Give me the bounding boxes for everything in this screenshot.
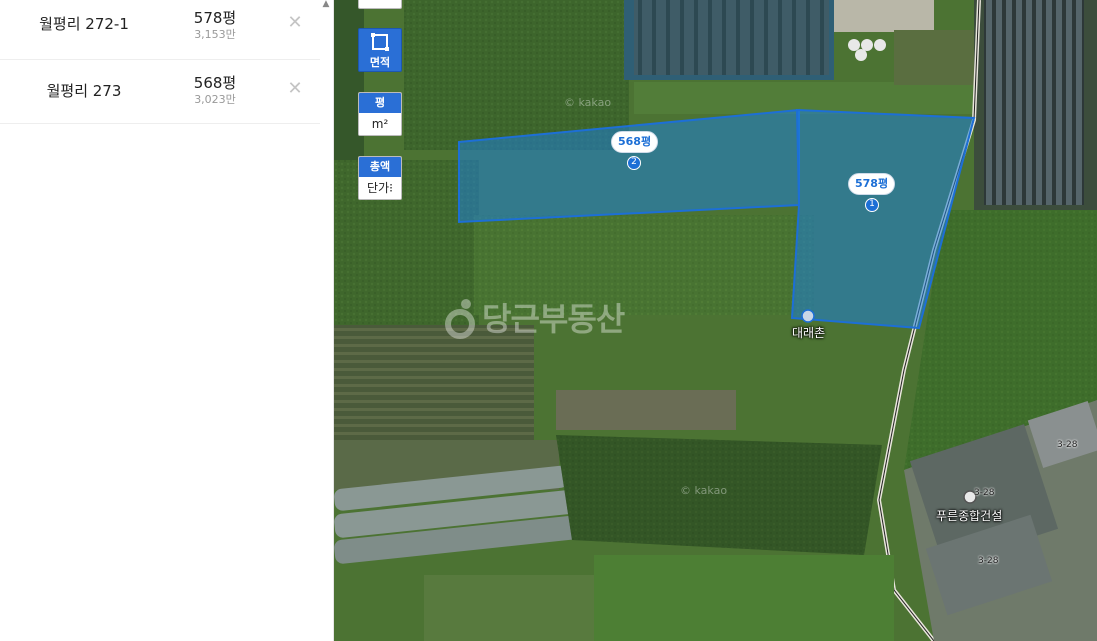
area-measure-button[interactable]: 면적 [358, 28, 402, 72]
close-icon: ✕ [287, 78, 303, 99]
parcel-list-item[interactable]: 월평리 272-1 578평 3,153만 ✕ [0, 0, 320, 60]
scroll-up-arrow-icon[interactable]: ▲ [321, 0, 331, 9]
kakao-copyright: © kakao [564, 96, 612, 109]
poi-label[interactable]: 대래촌 [792, 324, 825, 341]
parcel-area: 568평 [193, 74, 237, 92]
road-number-label: 3-28 [978, 556, 999, 566]
price-toggle[interactable]: 총액 단가⁝ [358, 156, 402, 200]
map-control-stub[interactable] [358, 0, 402, 9]
remove-parcel-button[interactable]: ✕ [284, 12, 306, 34]
price-option-selected[interactable]: 총액 [359, 157, 401, 177]
road-number-label: 3-28 [1057, 440, 1078, 450]
remove-parcel-button[interactable]: ✕ [284, 78, 306, 100]
unit-toggle[interactable]: 평 m² [358, 92, 402, 136]
parcel-price: 3,153만 [194, 28, 236, 41]
parcel-address: 월평리 273 [46, 82, 122, 100]
parcel-area-label[interactable]: 568평 [611, 131, 659, 153]
parcel-number-badge: 2 [627, 156, 641, 170]
parcel-list-panel: 월평리 272-1 578평 3,153만 ✕ 월평리 273 568평 3,0… [0, 0, 334, 641]
parcel-area-label[interactable]: 578평 [848, 173, 896, 195]
price-option-other-label: 단가 [367, 181, 390, 195]
poi-label[interactable]: 푸른종합건설 [936, 507, 1002, 524]
map-watermark: 당근부동산 [482, 300, 625, 338]
area-measure-label: 면적 [369, 56, 391, 69]
unit-option-selected[interactable]: 평 [359, 93, 401, 113]
square-select-icon [371, 33, 389, 51]
kakao-copyright: © kakao [680, 484, 728, 497]
price-option-other[interactable]: 단가⁝ [359, 177, 401, 199]
daangn-logo-icon [444, 296, 476, 340]
parcel-list-item[interactable]: 월평리 273 568평 3,023만 ✕ [0, 60, 320, 124]
close-icon: ✕ [287, 12, 303, 33]
parcel-area: 578평 [193, 9, 237, 27]
road-number-label: 3-28 [974, 488, 995, 498]
more-icon: ⁝ [389, 181, 393, 195]
parcel-number-badge: 1 [865, 198, 879, 212]
parcel-price: 3,023만 [194, 93, 236, 106]
unit-option-other[interactable]: m² [359, 113, 401, 135]
parcel-address: 월평리 272-1 [39, 15, 129, 33]
satellite-map[interactable]: 당근부동산 © kakao © kakao 면적 평 m² 총액 단가⁝ 568… [334, 0, 1097, 641]
